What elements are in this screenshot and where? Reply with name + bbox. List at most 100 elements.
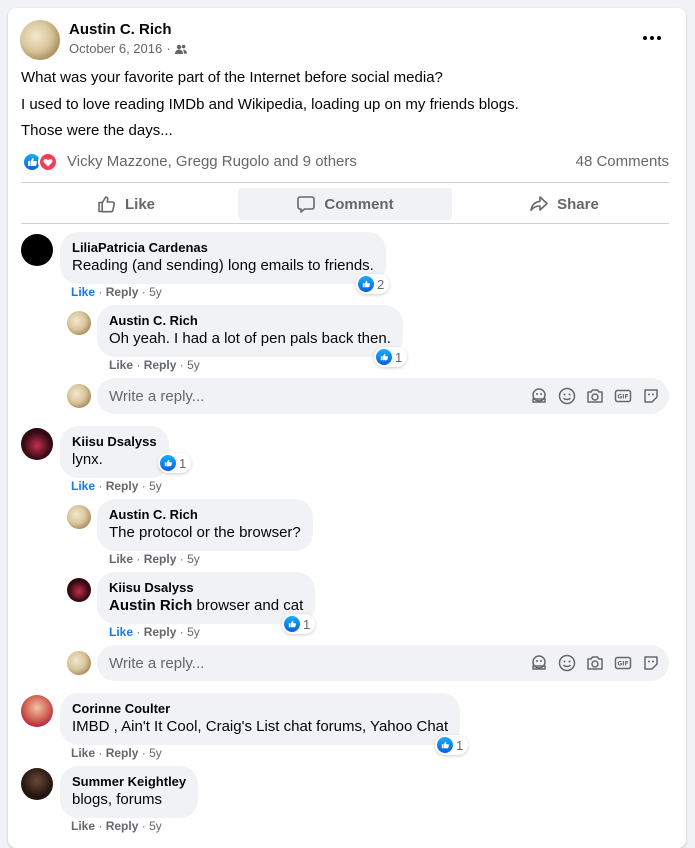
avatar[interactable] xyxy=(67,505,91,529)
comment-author[interactable]: Austin C. Rich xyxy=(109,312,391,329)
comment-time[interactable]: 5y xyxy=(149,285,162,299)
comment-reaction-count[interactable]: 1 xyxy=(158,453,192,473)
svg-text:GIF: GIF xyxy=(617,661,628,668)
comment-text: Oh yeah. I had a lot of pen pals back th… xyxy=(109,330,391,347)
reaction-count: 1 xyxy=(303,616,311,632)
composer-icons: GIF xyxy=(529,386,661,406)
sticker-icon[interactable] xyxy=(641,386,661,406)
mention-tag[interactable]: Austin Rich xyxy=(109,597,192,614)
friends-icon[interactable] xyxy=(174,43,187,55)
comment-reaction-count[interactable]: 1 xyxy=(374,347,408,367)
comment-text: IMBD , Ain't It Cool, Craig's List chat … xyxy=(72,718,449,735)
comment-actions: Like · Reply · 5y xyxy=(71,479,162,493)
separator: · xyxy=(136,358,141,372)
emoji-icon[interactable] xyxy=(557,386,577,406)
comment-author[interactable]: Austin C. Rich xyxy=(109,506,301,523)
divider xyxy=(21,182,669,183)
comment-reply-link[interactable]: Reply xyxy=(144,625,177,639)
avatar[interactable] xyxy=(21,234,53,266)
comment-actions: Like · Reply · 5y xyxy=(109,625,200,639)
more-options-icon[interactable] xyxy=(634,28,670,48)
comment-reply-link[interactable]: Reply xyxy=(106,819,139,833)
separator: · xyxy=(179,552,184,566)
like-button[interactable]: Like xyxy=(26,188,226,220)
sticker-avatar-icon[interactable] xyxy=(529,653,549,673)
avatar xyxy=(67,384,91,408)
comment-like-link[interactable]: Like xyxy=(71,819,95,833)
comment-author[interactable]: Summer Keightley xyxy=(72,773,186,790)
avatar[interactable] xyxy=(67,311,91,335)
comment-text: The protocol or the browser? xyxy=(109,524,301,541)
comment-like-link[interactable]: Like xyxy=(109,552,133,566)
post-meta: October 6, 2016 · xyxy=(69,41,187,56)
avatar[interactable] xyxy=(20,20,60,60)
reaction-count: 1 xyxy=(395,349,403,365)
comment-actions: Like · Reply · 5y xyxy=(71,746,162,760)
gif-icon[interactable]: GIF xyxy=(613,386,633,406)
reactions-summary[interactable]: Vicky Mazzone, Gregg Rugolo and 9 others xyxy=(67,153,357,170)
comment-bubble: Corinne Coulter IMBD , Ain't It Cool, Cr… xyxy=(60,693,461,745)
comment-time[interactable]: 5y xyxy=(187,358,200,372)
comment-like-link[interactable]: Like xyxy=(71,746,95,760)
comment-reply-link[interactable]: Reply xyxy=(106,479,139,493)
reaction-count: 2 xyxy=(377,276,385,292)
sticker-icon[interactable] xyxy=(641,653,661,673)
comment-like-link[interactable]: Like xyxy=(71,479,95,493)
separator: · xyxy=(141,285,146,299)
camera-icon[interactable] xyxy=(585,386,605,406)
comment-bubble: LiliaPatricia Cardenas Reading (and send… xyxy=(60,232,386,284)
comment-reply-link[interactable]: Reply xyxy=(106,285,139,299)
comment-time[interactable]: 5y xyxy=(149,479,162,493)
meta-separator: · xyxy=(166,41,171,56)
comment-author[interactable]: LiliaPatricia Cardenas xyxy=(72,239,374,256)
separator: · xyxy=(141,819,146,833)
comment-like-link[interactable]: Like xyxy=(71,285,95,299)
like-reaction-icon xyxy=(284,616,300,632)
comment-reaction-count[interactable]: 1 xyxy=(435,735,469,755)
post-author[interactable]: Austin C. Rich xyxy=(69,21,172,38)
reply-bubble: Austin C. Rich The protocol or the brows… xyxy=(97,499,313,551)
composer-icons: GIF xyxy=(529,653,661,673)
comment-time[interactable]: 5y xyxy=(187,552,200,566)
post-date[interactable]: October 6, 2016 xyxy=(69,41,162,56)
reply-box: GIF xyxy=(97,645,669,681)
reaction-icons[interactable] xyxy=(22,152,62,172)
comment-author[interactable]: Corinne Coulter xyxy=(72,700,448,717)
like-reaction-icon xyxy=(358,276,374,292)
camera-icon[interactable] xyxy=(585,653,605,673)
separator: · xyxy=(179,358,184,372)
comment-reply-link[interactable]: Reply xyxy=(144,358,177,372)
comment-time[interactable]: 5y xyxy=(149,819,162,833)
comment-reaction-count[interactable]: 1 xyxy=(282,614,316,634)
comment-author[interactable]: Kiisu Dsalyss xyxy=(72,433,157,450)
comment-reply-link[interactable]: Reply xyxy=(106,746,139,760)
avatar[interactable] xyxy=(67,578,91,602)
comment-actions: Like · Reply · 5y xyxy=(71,285,162,299)
avatar[interactable] xyxy=(21,695,53,727)
comment-reaction-count[interactable]: 2 xyxy=(356,274,390,294)
comment-author[interactable]: Kiisu Dsalyss xyxy=(109,579,303,596)
share-button[interactable]: Share xyxy=(464,188,664,220)
avatar[interactable] xyxy=(21,768,53,800)
separator: · xyxy=(141,746,146,760)
comment-text: Reading (and sending) long emails to fri… xyxy=(72,257,374,274)
gif-icon[interactable]: GIF xyxy=(613,653,633,673)
comments-count[interactable]: 48 Comments xyxy=(576,153,669,170)
comment-button[interactable]: Comment xyxy=(238,188,452,220)
reply-input[interactable] xyxy=(109,645,489,681)
emoji-icon[interactable] xyxy=(557,653,577,673)
comment-like-link[interactable]: Like xyxy=(109,358,133,372)
reply-bubble: Kiisu Dsalyss Austin Rich browser and ca… xyxy=(97,572,316,624)
comment-like-link[interactable]: Like xyxy=(109,625,133,639)
comment-time[interactable]: 5y xyxy=(187,625,200,639)
post-line-2: I used to love reading IMDb and Wikipedi… xyxy=(21,96,519,113)
comment-time[interactable]: 5y xyxy=(149,746,162,760)
reply-input[interactable] xyxy=(109,378,489,414)
comment-reply-link[interactable]: Reply xyxy=(144,552,177,566)
post-line-3: Those were the days... xyxy=(21,122,173,139)
separator: · xyxy=(98,285,103,299)
sticker-avatar-icon[interactable] xyxy=(529,386,549,406)
avatar[interactable] xyxy=(21,428,53,460)
love-reaction-icon xyxy=(38,152,58,172)
separator: · xyxy=(179,625,184,639)
